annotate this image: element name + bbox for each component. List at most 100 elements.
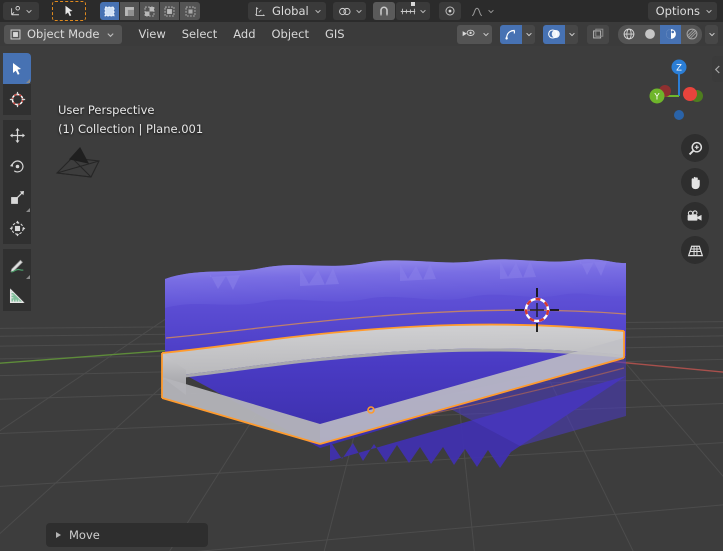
cursor-arrow-icon — [65, 5, 73, 17]
camera-view-button[interactable] — [681, 202, 709, 230]
pencil-icon — [10, 259, 24, 272]
chevron-down-icon — [525, 32, 532, 37]
rendered-shading-button[interactable] — [681, 25, 702, 44]
menu-select[interactable]: Select — [174, 24, 225, 44]
menu-add[interactable]: Add — [225, 24, 263, 44]
object-mode-icon — [10, 29, 21, 39]
interaction-mode-label: Object Mode — [27, 27, 100, 41]
xray-icon — [593, 28, 604, 39]
viewport-header-right — [457, 24, 723, 44]
toggle-orthographic-button[interactable] — [681, 236, 709, 264]
viewport-canvas — [0, 46, 723, 551]
solid-shading-button[interactable] — [639, 25, 660, 44]
snap-target-dropdown[interactable] — [395, 2, 430, 20]
blender-window: Global Options Object Mode View Select A… — [0, 0, 723, 551]
orientation-axis-icon — [255, 6, 265, 16]
chevron-down-icon — [706, 9, 712, 14]
object-type-visibility-group — [457, 24, 492, 44]
viewport-toolbar — [3, 53, 31, 311]
menu-gis[interactable]: GIS — [317, 24, 353, 44]
active-tool-indicator[interactable] — [52, 1, 86, 21]
wireframe-shading-button[interactable] — [618, 25, 639, 44]
chevron-left-icon — [714, 65, 720, 73]
move-arrows-icon — [9, 128, 25, 143]
chevron-down-icon — [487, 9, 494, 14]
rotate-icon — [9, 160, 24, 173]
material-preview-icon — [665, 29, 676, 39]
chevron-down-icon — [355, 9, 362, 14]
menu-view[interactable]: View — [130, 24, 173, 44]
open-sidebar-tab[interactable] — [712, 56, 723, 82]
pan-button[interactable] — [681, 168, 709, 196]
menu-gis-label: GIS — [324, 27, 345, 41]
rendered-icon — [686, 28, 697, 40]
ruler-icon — [9, 287, 25, 303]
operator-label: Move — [69, 528, 100, 542]
shading-options-chevron[interactable] — [705, 24, 718, 44]
select-intersect-icon — [185, 6, 195, 16]
options-dropdown[interactable]: Options — [647, 2, 717, 20]
tool-tweak-select[interactable] — [3, 53, 31, 84]
show-gizmo-group — [500, 24, 535, 44]
snap-toggle[interactable] — [372, 2, 395, 20]
show-overlays-toggle[interactable] — [543, 24, 565, 44]
menu-object[interactable]: Object — [264, 24, 317, 44]
select-mode-set-new[interactable] — [100, 2, 120, 20]
chevron-down-icon — [314, 9, 321, 14]
hand-icon — [691, 176, 700, 189]
options-label: Options — [655, 4, 700, 18]
show-gizmo-toggle[interactable] — [500, 24, 522, 44]
navigation-gizmo[interactable]: Z Y — [641, 53, 713, 125]
select-mode-invert[interactable] — [160, 2, 180, 20]
proportional-edit-toggle[interactable] — [332, 2, 366, 20]
tool-rotate[interactable] — [3, 151, 31, 182]
select-extend-icon — [125, 6, 134, 16]
triangle-right-icon — [56, 532, 61, 538]
show-overlays-chevron[interactable] — [565, 24, 578, 44]
tool-scale[interactable] — [3, 182, 31, 213]
tool-transform[interactable] — [3, 213, 31, 244]
tool-settings-bar: Global Options — [0, 0, 723, 22]
select-mode-group — [100, 2, 200, 20]
select-mode-subtract[interactable] — [140, 2, 160, 20]
select-mode-extend[interactable] — [120, 2, 140, 20]
select-mode-intersect[interactable] — [180, 2, 200, 20]
menu-add-label: Add — [233, 27, 256, 41]
select-invert-icon — [164, 6, 175, 16]
cursor-arrow-icon — [13, 62, 21, 75]
proportional-edit-icon — [338, 7, 351, 15]
chevron-down-icon — [25, 9, 32, 14]
editor-type-selector[interactable] — [3, 2, 39, 20]
tool-submenu-corner — [26, 275, 30, 279]
3d-viewport[interactable]: User Perspective (1) Collection | Plane.… — [0, 46, 723, 551]
perspective-grid-icon — [687, 245, 703, 256]
falloff-dropdown[interactable] — [467, 2, 498, 20]
tool-cursor[interactable] — [3, 84, 31, 115]
chevron-down-icon — [419, 9, 426, 14]
tool-move[interactable] — [3, 120, 31, 151]
tool-measure[interactable] — [3, 280, 31, 311]
magnet-icon — [379, 6, 388, 16]
interaction-mode-dropdown[interactable]: Object Mode — [4, 24, 123, 44]
select-subtract-icon — [144, 6, 155, 16]
gizmo-axis-x — [683, 87, 697, 101]
gizmo-label-z: Z — [676, 64, 682, 74]
wireframe-icon — [623, 28, 634, 40]
transform-orientation-label: Global — [272, 4, 309, 18]
material-preview-shading-button[interactable] — [660, 24, 681, 44]
pivot-point-dropdown[interactable] — [438, 2, 461, 20]
3d-cursor-icon — [9, 91, 25, 108]
object-type-visibility-chevron[interactable] — [479, 24, 492, 44]
menu-view-label: View — [138, 27, 166, 41]
zoom-button[interactable] — [681, 134, 709, 162]
operator-redo-panel[interactable]: Move — [46, 523, 208, 547]
transform-orientation-dropdown[interactable]: Global — [248, 2, 326, 20]
viewport-header: Object Mode View Select Add Object GIS — [0, 22, 723, 46]
camera-icon — [687, 209, 702, 221]
object-type-visibility[interactable] — [457, 24, 479, 44]
show-gizmo-chevron[interactable] — [522, 24, 535, 44]
select-set-icon — [104, 6, 115, 16]
tool-annotate[interactable] — [3, 249, 31, 280]
gizmo-label-y: Y — [653, 93, 660, 103]
toggle-xray-button[interactable] — [587, 24, 609, 44]
